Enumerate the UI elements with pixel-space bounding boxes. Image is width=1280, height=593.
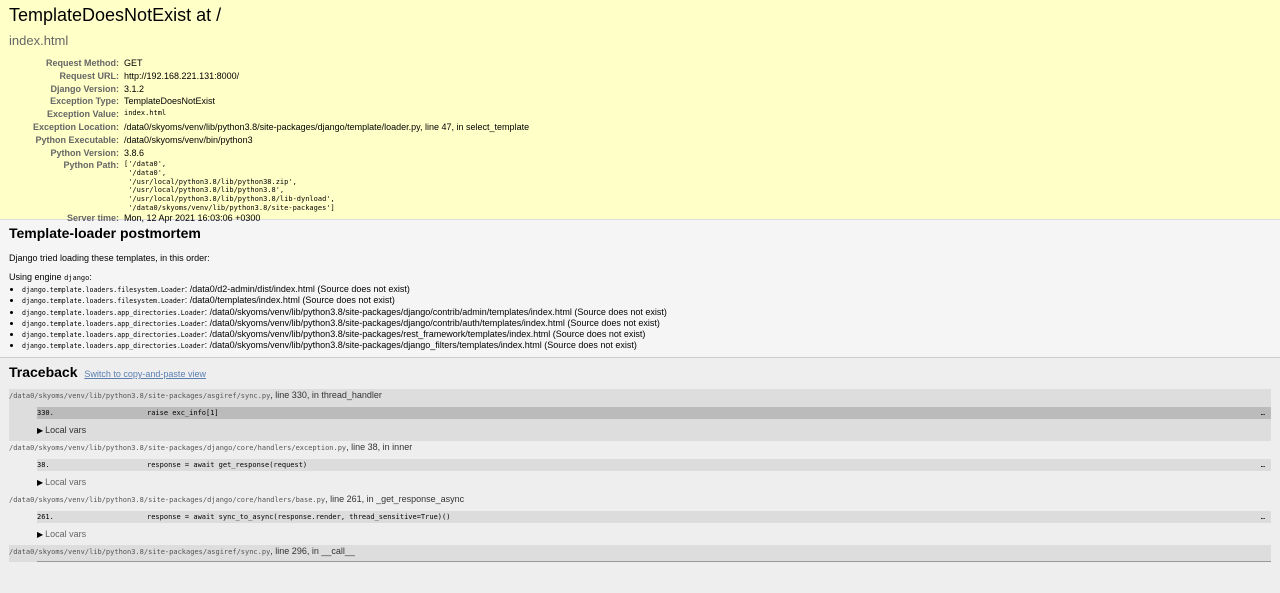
context-line[interactable]: 261. response = await sync_to_async(respo…	[37, 511, 1271, 523]
traceback-frame: /data0/skyoms/venv/lib/python3.8/site-pa…	[9, 441, 1271, 493]
exception-value-heading: index.html	[9, 33, 69, 48]
meta-row-python-path: Python Path: ['/data0', '/data0', '/usr/l…	[63, 160, 335, 212]
loader-list: django.template.loaders.filesystem.Loade…	[9, 284, 1271, 352]
traceback-panel: Traceback Switch to copy-and-paste view …	[0, 358, 1280, 562]
triangle-right-icon: ▶	[37, 530, 44, 539]
meta-row-request-url: Request URL: http://192.168.221.131:8000/	[59, 70, 240, 81]
loader-item: django.template.loaders.app_directories.…	[22, 329, 1271, 340]
local-vars-toggle[interactable]: ▶ Local vars	[37, 523, 1271, 545]
postmortem-heading: Template-loader postmortem	[9, 225, 201, 241]
meta-row-exception-type: Exception Type: TemplateDoesNotExist	[50, 96, 216, 107]
meta-row-request-method: Request Method: GET	[46, 58, 143, 68]
loader-item: django.template.loaders.filesystem.Loade…	[22, 295, 1271, 306]
meta-row-exception-location: Exception Location:/data0/skyoms/venv/li…	[32, 121, 530, 132]
traceback-frame: /data0/skyoms/venv/lib/python3.8/site-pa…	[9, 493, 1271, 545]
expand-context-icon[interactable]: …	[1261, 407, 1265, 419]
summary-panel: TemplateDoesNotExist at / index.html Req…	[0, 0, 1280, 223]
loader-item: django.template.loaders.filesystem.Loade…	[22, 284, 1271, 295]
meta-row-python-executable: Python Executable:/data0/skyoms/venv/bin…	[35, 134, 253, 145]
request-meta-table: Request Method: GET Request URL: http://19…	[9, 58, 529, 225]
triangle-right-icon: ▶	[37, 426, 44, 435]
expand-context-icon[interactable]: …	[1261, 459, 1265, 471]
frame-filename: /data0/skyoms/venv/lib/python3.8/site-pa…	[9, 442, 413, 452]
loader-item: django.template.loaders.app_directories.…	[22, 307, 1271, 318]
meta-row-exception-value: Exception Value: index.html	[46, 109, 167, 120]
postmortem-intro: Django tried loading these templates, in…	[9, 253, 210, 263]
context-line[interactable]: 38. response = await get_response(request…	[37, 459, 1271, 471]
frame-filename: /data0/skyoms/venv/lib/python3.8/site-pa…	[9, 494, 465, 504]
page-title: TemplateDoesNotExist at /	[9, 5, 222, 25]
meta-row-python-version: Python Version: 3.8.6	[50, 147, 145, 158]
expand-context-icon[interactable]: …	[1261, 511, 1265, 523]
engine-line: Using engine django:	[9, 272, 92, 282]
template-postmortem-panel: Template-loader postmortem Django tried …	[0, 220, 1280, 358]
frame-filename: /data0/skyoms/venv/lib/python3.8/site-pa…	[9, 389, 1271, 401]
loader-item: django.template.loaders.app_directories.…	[22, 318, 1271, 329]
context-line[interactable]: 330. raise exc_info[1] …	[37, 407, 1271, 419]
engine-name: django	[64, 274, 90, 282]
frame-filename: /data0/skyoms/venv/lib/python3.8/site-pa…	[9, 545, 1271, 557]
traceback-heading: Traceback Switch to copy-and-paste view	[9, 364, 206, 380]
local-vars-toggle[interactable]: ▶ Local vars	[37, 419, 1271, 441]
traceback-frame: /data0/skyoms/venv/lib/python3.8/site-pa…	[9, 389, 1271, 441]
triangle-right-icon: ▶	[37, 478, 44, 487]
loader-item: django.template.loaders.app_directories.…	[22, 340, 1271, 351]
traceback-frame: /data0/skyoms/venv/lib/python3.8/site-pa…	[9, 545, 1271, 562]
context-divider	[37, 561, 1271, 562]
meta-row-django-version: Django Version: 3.1.2	[50, 83, 145, 94]
switch-to-copy-paste-link[interactable]: Switch to copy-and-paste view	[84, 369, 206, 379]
local-vars-toggle[interactable]: ▶ Local vars	[37, 471, 1271, 493]
